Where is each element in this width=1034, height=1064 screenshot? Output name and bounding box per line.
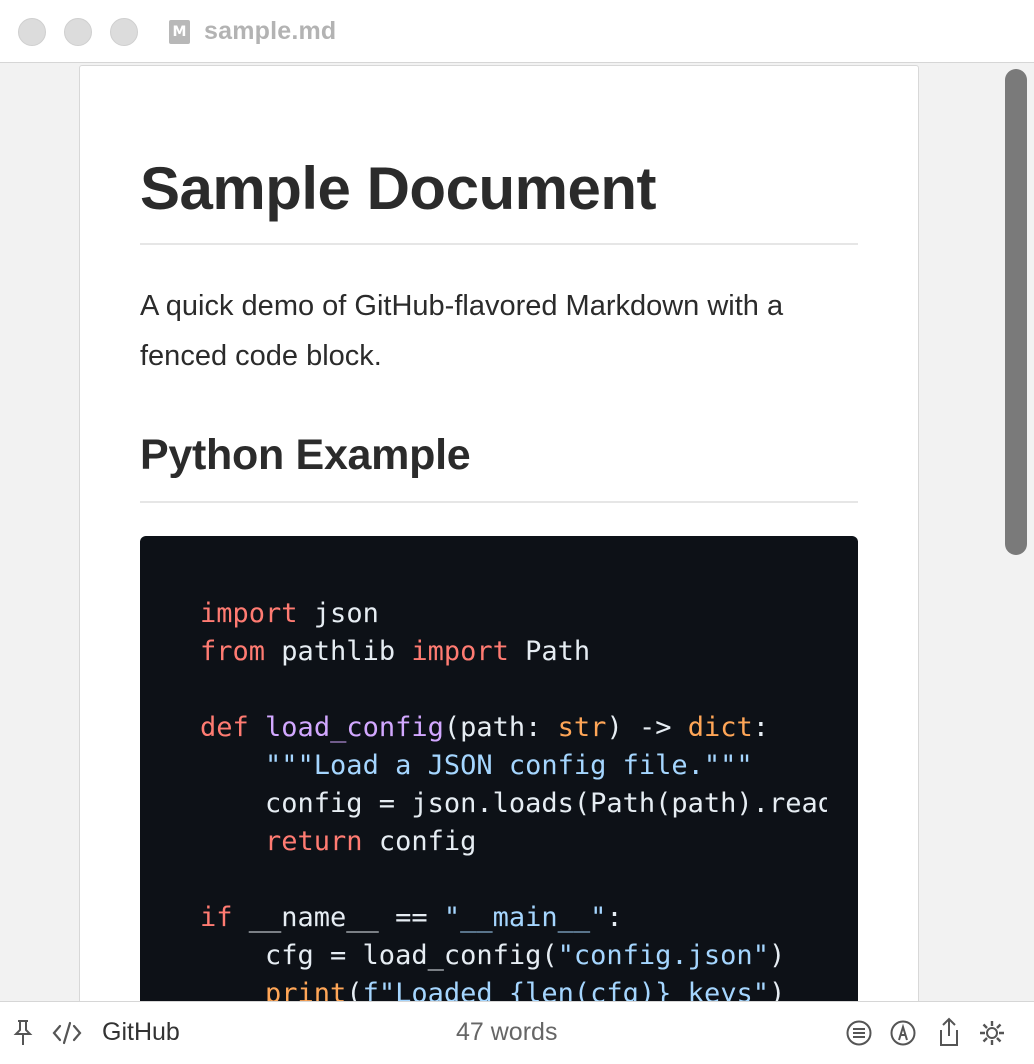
share-icon[interactable] [936,1016,962,1048]
string-literal: "__main__" [443,902,607,933]
code-content: import json from pathlib import Path def … [200,595,827,1001]
vertical-scrollbar[interactable] [1005,69,1027,555]
code-line: if __name__ == "__main__": [200,902,623,933]
keyword-if: if [200,902,233,933]
code-line: def load_config(path: str) -> dict: [200,712,770,743]
close-window-button[interactable] [18,18,46,46]
title-bar: M sample.md [0,0,1034,63]
intro-paragraph: A quick demo of GitHub-flavored Markdown… [140,290,784,372]
string-literal: "config.json" [557,940,769,971]
builtin-dict: dict [687,712,753,743]
keyword-import: import [411,636,509,667]
theme-selector[interactable]: GitHub [102,1018,180,1047]
minimize-window-button[interactable] [64,18,92,46]
outline-icon[interactable] [846,1020,872,1046]
code-line: """Load a JSON config file.""" [200,747,827,785]
docstring: """Load a JSON config file.""" [265,750,753,781]
settings-icon[interactable] [978,1019,1006,1047]
style-icon[interactable] [890,1020,916,1046]
keyword-import: import [200,598,298,629]
fstring-literal: f"Loaded {len(cfg)} keys" [362,978,769,1001]
window-title: sample.md [204,17,337,45]
code-line: cfg = load_config("config.json") [200,940,786,971]
code-icon[interactable] [52,1020,82,1046]
section-heading: Python Example [140,431,471,479]
builtin-str: str [557,712,607,743]
code-line: from pathlib import Path [200,636,591,667]
preview-pane[interactable]: Sample Document A quick demo of GitHub-f… [0,63,1034,1001]
zoom-window-button[interactable] [110,18,138,46]
status-bar: GitHub 47 words [0,1001,1034,1064]
function-name: load_config [265,712,444,743]
word-count[interactable]: 47 words [456,1018,557,1047]
code-line: print(f"Loaded {len(cfg)} keys") [200,975,827,1001]
document-heading: Sample Document [140,155,656,222]
markdown-file-icon: M [169,20,190,44]
code-line: return config [265,826,477,857]
keyword-return: return [265,826,363,857]
pin-icon[interactable] [12,1019,34,1047]
heading-divider [140,243,858,245]
builtin-print: print [265,978,347,1001]
keyword-from: from [200,636,266,667]
code-line: import json [200,598,379,629]
section-divider [140,501,858,503]
code-block[interactable]: import json from pathlib import Path def … [140,536,858,1001]
code-line: config = json.loads(Path(path).read_text… [265,788,827,819]
keyword-def: def [200,712,249,743]
